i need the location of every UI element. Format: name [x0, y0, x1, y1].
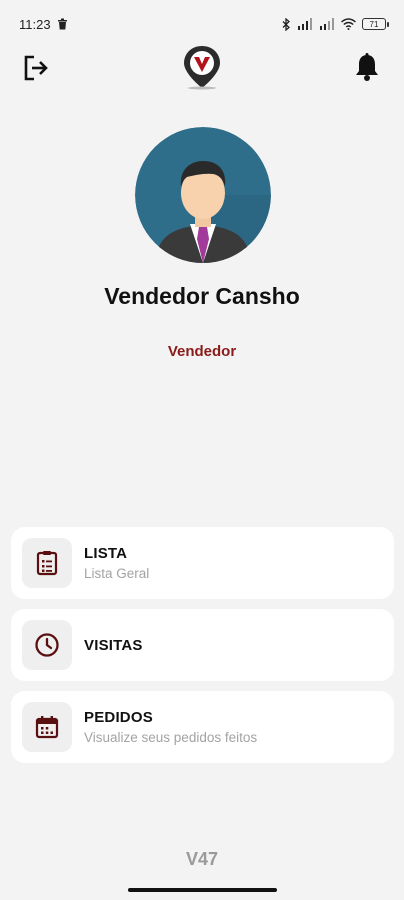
card-title: PEDIDOS [84, 709, 153, 726]
bluetooth-icon [282, 17, 291, 31]
calendar-icon [35, 716, 59, 739]
status-bar: 11:23 71 [0, 0, 404, 48]
menu-list: LISTA Lista Geral VISITAS PEDIDOS Visual… [11, 527, 394, 773]
battery-icon: 71 [362, 18, 389, 30]
card-subtitle: Lista Geral [84, 566, 150, 581]
home-indicator[interactable] [128, 888, 277, 892]
trash-icon [57, 18, 68, 30]
card-subtitle: Visualize seus pedidos feitos [84, 730, 258, 745]
card-title: LISTA [84, 545, 128, 562]
brand-logo [182, 44, 222, 90]
card-text: VISITAS [84, 637, 143, 654]
menu-card-lista[interactable]: LISTA Lista Geral [11, 527, 394, 599]
logout-button[interactable] [22, 54, 50, 82]
signal-icon [297, 18, 313, 30]
signal-icon-2 [319, 18, 335, 30]
bell-icon [356, 53, 378, 81]
user-name: Vendedor Cansho [104, 283, 300, 309]
app-bar [0, 42, 404, 94]
app-version: V47 [185, 849, 219, 869]
notifications-button[interactable] [352, 52, 382, 82]
status-time: 11:23 [19, 16, 51, 32]
card-text: LISTA Lista Geral [84, 545, 149, 581]
card-title: VISITAS [84, 636, 143, 654]
clock-icon [35, 633, 59, 657]
clipboard-list-icon [36, 551, 58, 576]
logout-icon [24, 55, 48, 81]
menu-card-pedidos[interactable]: PEDIDOS Visualize seus pedidos feitos [11, 691, 394, 763]
card-icon-container [22, 620, 72, 670]
user-role: Vendedor [167, 343, 237, 360]
menu-card-visitas[interactable]: VISITAS [11, 609, 394, 681]
battery-level: 71 [369, 19, 379, 29]
avatar [135, 127, 271, 263]
status-right: 71 [282, 17, 389, 31]
status-left: 11:23 [19, 17, 68, 32]
wifi-icon [341, 18, 356, 30]
card-icon-container [22, 702, 72, 752]
card-icon-container [22, 538, 72, 588]
card-text: PEDIDOS Visualize seus pedidos feitos [84, 709, 257, 745]
